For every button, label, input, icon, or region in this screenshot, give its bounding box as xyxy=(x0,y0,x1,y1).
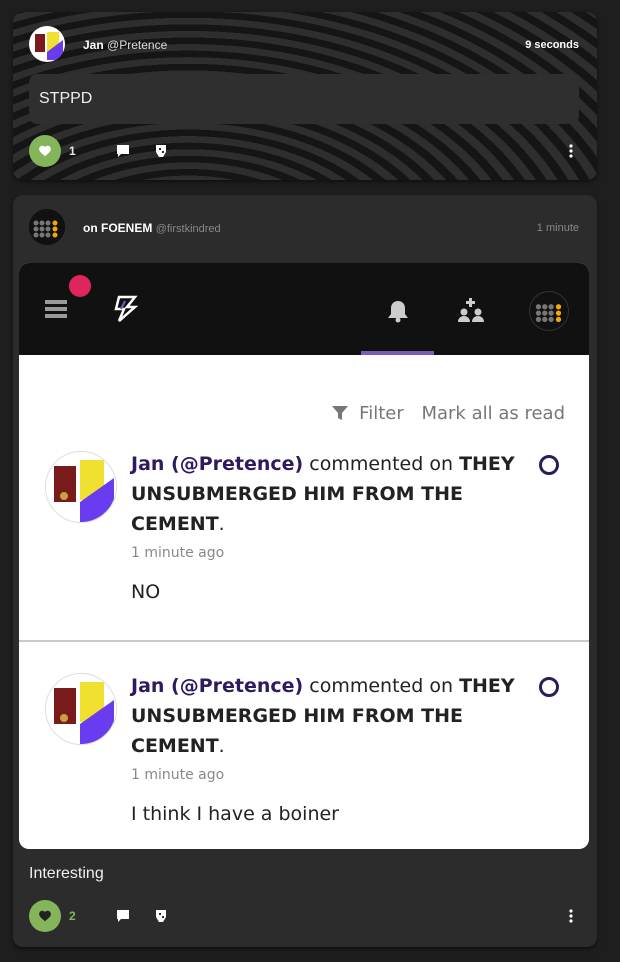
reblog-icon[interactable] xyxy=(153,143,169,159)
image-notification-time: 1 minute ago xyxy=(131,767,225,783)
image-menu-icon xyxy=(45,300,67,318)
image-notification-title-end: . xyxy=(218,513,225,535)
reblog-icon[interactable] xyxy=(153,908,169,924)
image-notification-avatar xyxy=(45,673,117,745)
post-text: STPPD xyxy=(29,74,579,124)
author-handle[interactable]: @Pretence xyxy=(107,38,167,52)
author-display-name[interactable]: Jan xyxy=(83,38,104,52)
image-notification-author: Jan (@Pretence) xyxy=(131,675,304,697)
image-notification-text: Jan (@Pretence) commented on THEY UNSUBM… xyxy=(131,671,529,761)
on-prefix: on xyxy=(83,221,98,235)
image-logo-icon xyxy=(114,295,139,322)
image-notification-body: NO xyxy=(131,581,161,603)
image-filter-label: Filter xyxy=(359,403,404,424)
image-mark-all-read: Mark all as read xyxy=(421,403,565,424)
image-notification-avatar xyxy=(45,451,117,523)
like-button[interactable] xyxy=(29,135,61,167)
heart-icon xyxy=(39,910,51,922)
image-nav-bar xyxy=(19,263,589,355)
community-name[interactable]: on FOENEM @firstkindred xyxy=(83,221,221,235)
image-unread-indicator xyxy=(539,677,559,697)
community-title[interactable]: FOENEM xyxy=(101,221,152,235)
like-count: 1 xyxy=(69,144,76,158)
image-active-tab-indicator xyxy=(361,351,434,355)
post-time[interactable]: 9 seconds xyxy=(525,39,579,51)
image-notification-action: commented on xyxy=(309,453,454,475)
image-filter-icon xyxy=(332,406,349,420)
post-caption: Interesting xyxy=(29,865,104,882)
post-time[interactable]: 1 minute xyxy=(537,222,579,234)
more-options-icon[interactable] xyxy=(563,908,579,924)
image-notification-text: Jan (@Pretence) commented on THEY UNSUBM… xyxy=(131,449,529,539)
community-avatar[interactable] xyxy=(29,209,65,245)
image-notification-time: 1 minute ago xyxy=(131,545,225,561)
image-filter-row: Filter Mark all as read xyxy=(331,403,565,424)
comment-icon[interactable] xyxy=(115,143,131,159)
image-unread-indicator xyxy=(539,455,559,475)
post-image[interactable]: Filter Mark all as read Jan (@Pretence) … xyxy=(19,263,589,849)
image-notification-title-end: . xyxy=(218,735,225,757)
community-handle[interactable]: @firstkindred xyxy=(156,223,221,235)
heart-icon xyxy=(39,145,51,157)
more-options-icon[interactable] xyxy=(563,143,579,159)
post-card: on FOENEM @firstkindred 1 minute Filter … xyxy=(13,195,597,947)
post-actions: 2 xyxy=(29,900,579,932)
like-button[interactable] xyxy=(29,900,61,932)
image-community-icon xyxy=(458,298,484,322)
image-bell-icon xyxy=(388,301,408,323)
author-name[interactable]: Jan @Pretence xyxy=(83,38,167,52)
image-notification-author: Jan (@Pretence) xyxy=(131,453,304,475)
comment-icon[interactable] xyxy=(115,908,131,924)
image-notification-dot xyxy=(69,275,91,297)
post-card: Jan @Pretence 9 seconds STPPD 1 xyxy=(13,12,597,180)
image-divider xyxy=(19,640,589,642)
post-actions: 1 xyxy=(29,135,579,167)
image-notification-action: commented on xyxy=(309,675,454,697)
like-count: 2 xyxy=(69,909,76,923)
image-notification-body: I think I have a boiner xyxy=(131,803,339,825)
image-user-avatar xyxy=(529,291,569,331)
author-avatar[interactable] xyxy=(29,26,65,62)
